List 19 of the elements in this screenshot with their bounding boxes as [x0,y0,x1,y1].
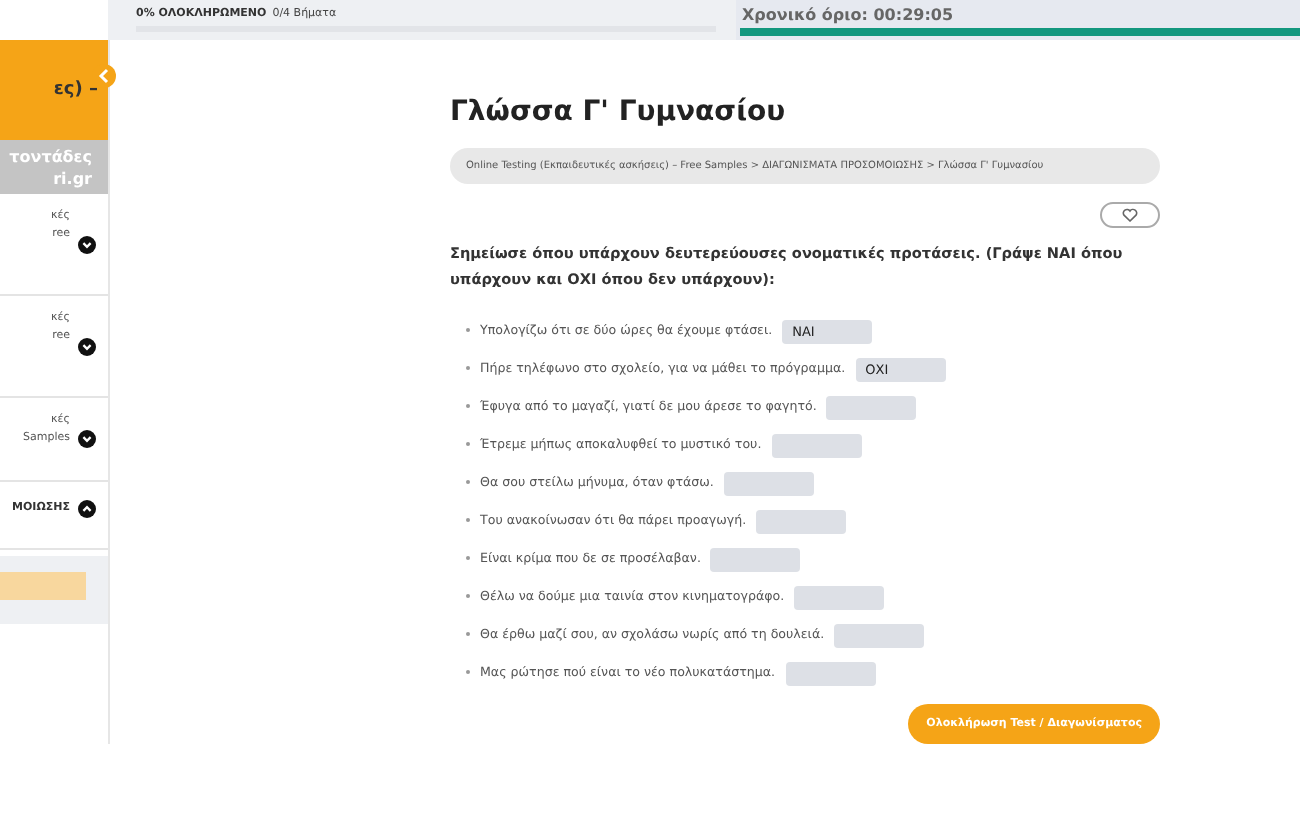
answer-field[interactable] [723,471,814,495]
answer-field[interactable] [710,547,801,571]
answer-field[interactable] [834,623,925,647]
active-item-highlight[interactable] [0,572,86,600]
chevron-down-icon[interactable] [78,430,96,448]
page-title: Γλώσσα Γ' Γυμνασίου [450,96,788,128]
sidebar-subheader: τοντάδες ri.gr [0,140,108,194]
answer-field[interactable] [771,433,862,457]
answer-field[interactable] [794,585,885,609]
favorite-button[interactable] [1100,202,1160,228]
chevron-up-icon[interactable] [78,500,96,518]
timer-label: Χρονικό όριο: 00:29:05 [740,6,956,24]
heart-icon[interactable] [1122,208,1138,222]
answer-field[interactable] [785,661,876,685]
course-title: ες) – [53,80,98,100]
chevron-down-icon[interactable] [78,235,96,253]
answer-field[interactable] [756,509,847,533]
answer-field[interactable] [826,395,917,419]
chevron-down-icon[interactable] [78,337,96,355]
